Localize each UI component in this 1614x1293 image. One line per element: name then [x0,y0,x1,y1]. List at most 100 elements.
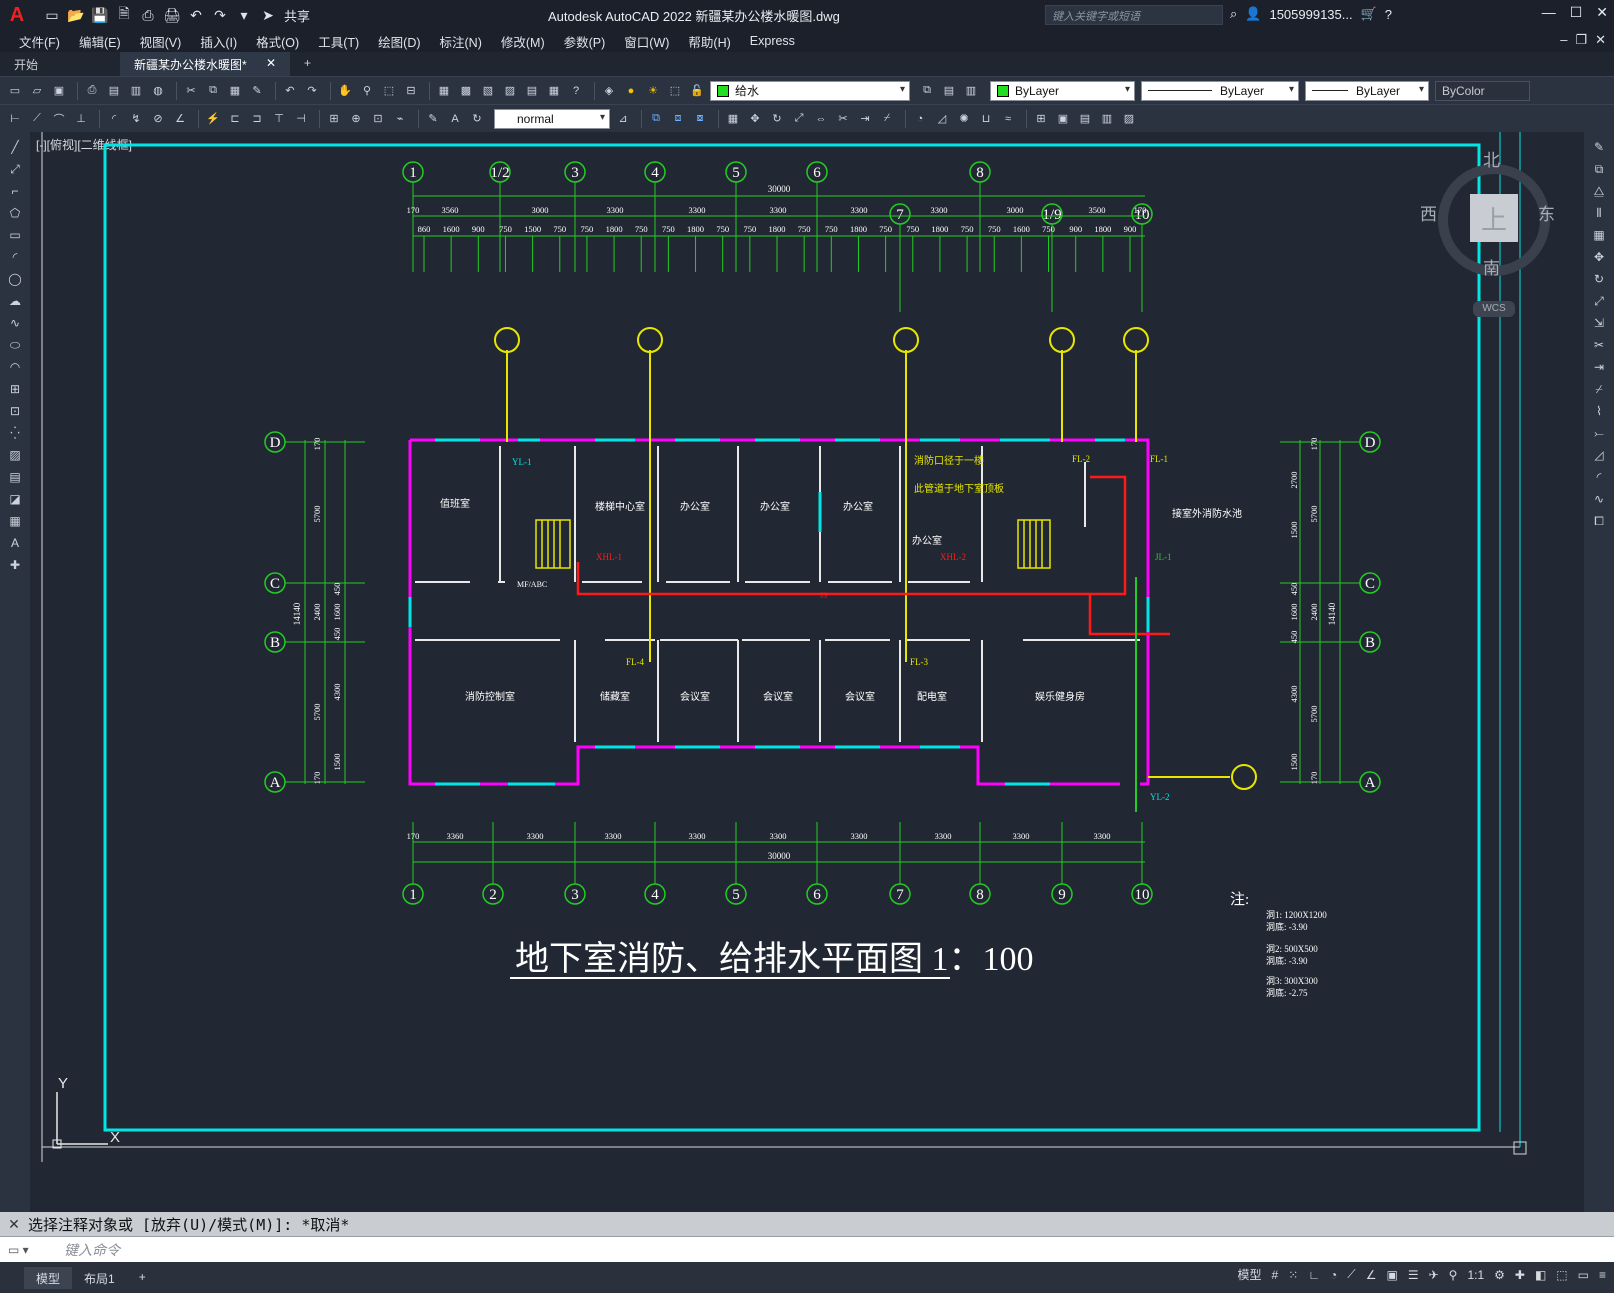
center-mark-icon[interactable]: ⊕ [347,110,365,128]
menu-view[interactable]: 视图(V) [140,32,182,51]
viewcube[interactable]: 上 北 南 东 西 WCS [1420,151,1560,317]
dim-style-dropdown[interactable]: normal ▾ [494,108,610,129]
floor-plan-drawing[interactable]: 1 1/2 3 4 5 6 87 1/9 10 1 2 3 4 5 6 7 8 9 10 D DC CB BA A 300… [30,132,1584,1212]
quick-dim-icon[interactable]: ⚡ [204,110,222,128]
doc-close-button[interactable]: ✕ [1595,32,1606,48]
make-current-icon[interactable]: ⧉ [918,82,936,100]
ellipse-arc-icon[interactable]: ◠ [6,358,24,376]
stretch-icon[interactable]: ⇔ [812,110,830,128]
object-snap-tracking-icon[interactable]: ∠ [1366,1268,1377,1282]
dim-baseline-icon[interactable]: ⊏ [226,110,244,128]
save-icon[interactable]: ▣ [50,82,68,100]
move-icon[interactable]: ✥ [746,110,764,128]
offset-icon[interactable]: ⧇ [691,110,709,128]
dim-linear-icon[interactable]: ⊢ [6,110,24,128]
cut-icon[interactable]: ✂ [182,82,200,100]
menu-insert[interactable]: 插入(I) [200,32,237,51]
design-center-icon[interactable]: ▩ [457,82,475,100]
dim-break-icon[interactable]: ⊣ [292,110,310,128]
new-icon[interactable]: ▭ [6,82,24,100]
autocad-logo[interactable]: A [0,0,34,30]
zoom-window-icon[interactable]: ⬚ [380,82,398,100]
close-command-icon[interactable]: ✕ [0,1216,28,1233]
paste-icon[interactable]: ▦ [226,82,244,100]
gradient-icon[interactable]: ▤ [6,468,24,486]
construction-line-icon[interactable]: ⤢ [6,160,24,178]
sheet-set-icon[interactable]: ▨ [501,82,519,100]
add-icon[interactable]: ✚ [1515,1268,1525,1282]
bulb-icon[interactable]: ● [622,82,640,100]
markup-icon[interactable]: ▤ [523,82,541,100]
close-button[interactable]: ✕ [1596,4,1608,21]
zoom-previous-icon[interactable]: ⊟ [402,82,420,100]
break-at-point-icon[interactable]: ⌿ [1590,380,1608,398]
print-icon[interactable]: ⎙ [83,82,101,100]
break-icon[interactable]: ⌇ [1590,402,1608,420]
open-folder-icon[interactable]: 📂 [66,5,86,25]
properties-icon[interactable]: ▦ [435,82,453,100]
undo-icon[interactable]: ↶ [186,5,206,25]
dim-update-icon[interactable]: ↻ [468,110,486,128]
menu-tools[interactable]: 工具(T) [318,32,359,51]
compass-south[interactable]: 南 [1483,254,1500,279]
inspect-icon[interactable]: ⊡ [369,110,387,128]
dim-arc-icon[interactable]: ⌒ [50,110,68,128]
tab-close-icon[interactable]: ✕ [266,56,276,72]
snap-icon[interactable]: ⁙ [1288,1268,1298,1282]
tolerance-icon[interactable]: ⊞ [325,110,343,128]
linetype-dropdown[interactable]: ByLayer ▾ [1141,80,1299,101]
doc-restore-button[interactable]: ❐ [1575,32,1587,48]
command-input[interactable]: 键入命令 [64,1240,120,1260]
arc-icon[interactable]: ◜ [6,248,24,266]
trim-icon[interactable]: ✂ [834,110,852,128]
minimize-button[interactable]: — [1542,4,1556,21]
offset-icon[interactable]: ⫴ [1590,204,1608,222]
lineweight-icon[interactable]: ☰ [1408,1268,1419,1282]
jogged-linear-icon[interactable]: ⌁ [391,110,409,128]
tab-model[interactable]: 模型 [24,1266,73,1289]
isolate-icon[interactable]: ◧ [1535,1268,1546,1282]
dropdown-arrow-icon[interactable]: ▾ [234,5,254,25]
wcs-menu[interactable]: WCS [1473,301,1515,317]
dim-text-edit-icon[interactable]: A [446,110,464,128]
copy-icon[interactable]: ⧉ [204,82,222,100]
polygon-icon[interactable]: ⬠ [6,204,24,222]
compass-east[interactable]: 东 [1538,200,1555,225]
annotation-visibility-icon[interactable]: ✈ [1429,1268,1439,1282]
rotate-icon[interactable]: ↻ [1590,270,1608,288]
dim-aligned-icon[interactable]: ⟋ [28,110,46,128]
make-block-icon[interactable]: ▣ [1054,110,1072,128]
menu-parametric[interactable]: 参数(P) [564,32,606,51]
stretch-icon[interactable]: ⇲ [1590,314,1608,332]
lineweight-dropdown[interactable]: ByLayer ▾ [1305,80,1429,101]
tab-drawing[interactable]: 新疆某办公楼水暖图* ✕ [120,52,290,76]
plotstyle-dropdown[interactable]: ByColor [1435,80,1530,101]
undo-icon[interactable]: ↶ [281,82,299,100]
multiline-text-icon[interactable]: A [6,534,24,552]
table-icon[interactable]: ▦ [6,512,24,530]
annotation-scale-value[interactable]: 1:1 [1467,1268,1484,1282]
break-icon[interactable]: ⌿ [878,110,896,128]
menu-edit[interactable]: 编辑(E) [79,32,121,51]
join-icon[interactable]: ⊔ [977,110,995,128]
polyline-icon[interactable]: ⌐ [6,182,24,200]
revcloud-icon[interactable]: ☁ [6,292,24,310]
share-icon[interactable]: ➤ [258,5,278,25]
isodraft-icon[interactable]: ⟋ [1347,1267,1355,1282]
user-account[interactable]: ⌕ 👤 1505999135... 🛒 ? [1230,6,1392,22]
object-snap-icon[interactable]: ▣ [1386,1268,1397,1282]
tab-layout1[interactable]: 布局1 [72,1267,127,1289]
help-icon[interactable]: ? [1385,7,1392,22]
redo-icon[interactable]: ↷ [210,5,230,25]
dim-ordinate-icon[interactable]: ⊥ [72,110,90,128]
compass-west[interactable]: 西 [1420,200,1437,225]
trim-icon[interactable]: ✂ [1590,336,1608,354]
command-options-icon[interactable]: ▭ ▾ [0,1243,64,1257]
dim-jogged-icon[interactable]: ↯ [127,110,145,128]
doc-minimize-button[interactable]: – [1560,32,1567,48]
rectangle-icon[interactable]: ▭ [6,226,24,244]
publish-icon[interactable]: ⎙ [138,5,158,25]
fillet-icon[interactable]: ◜ [1590,468,1608,486]
mirror-icon[interactable]: ⧈ [669,110,687,128]
chamfer-icon[interactable]: ◿ [933,110,951,128]
